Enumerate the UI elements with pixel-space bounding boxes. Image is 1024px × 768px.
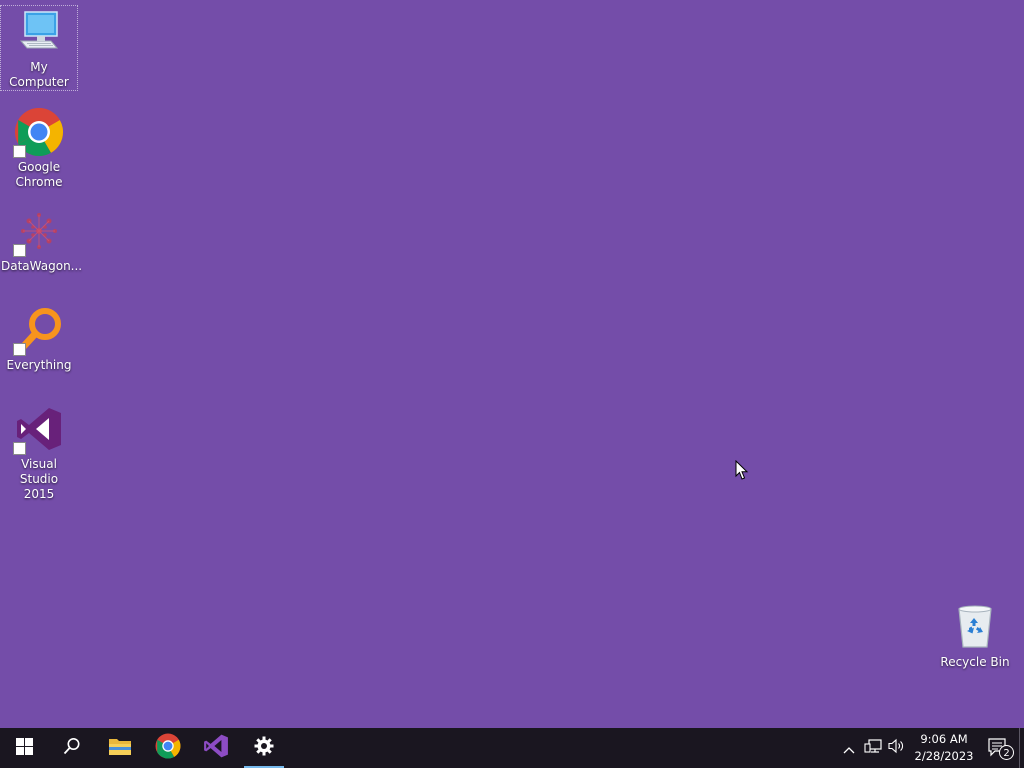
recycle-bin-icon [949,601,1001,653]
search-button[interactable] [48,728,96,768]
computer-icon [13,6,65,58]
shortcut-arrow-icon [13,442,26,455]
clock-date: 2/28/2023 [914,749,974,763]
taskbar: 9:06 AM 2/28/2023 2 [0,728,1024,768]
visual-studio-icon [13,403,65,455]
desktop-icon-my-computer[interactable]: My Computer [0,5,78,91]
notification-icon: 2 [988,738,1014,760]
start-button[interactable] [0,728,48,768]
network-tray-button[interactable] [861,728,885,768]
show-hidden-icons-button[interactable] [837,728,861,768]
gear-icon [254,736,274,760]
desktop-icon-label: Everything [6,358,72,372]
desktop-icon-recycle-bin[interactable]: Recycle Bin [937,601,1013,670]
notification-count-badge: 2 [999,745,1014,760]
chrome-icon [155,733,181,763]
chrome-taskbar-button[interactable] [144,728,192,768]
desktop-icon-google-chrome[interactable]: Google Chrome [1,106,77,190]
visual-studio-taskbar-button[interactable] [192,728,240,768]
chrome-icon [13,106,65,158]
desktop-icon-label: Recycle Bin [940,655,1010,669]
desktop-icon-datawagon[interactable]: DataWagon... [1,205,83,274]
desktop-icon-label: Google Chrome [15,160,63,189]
speaker-icon [888,738,906,758]
clock-time: 9:06 AM [920,732,968,746]
desktop-icon-visual-studio-2015[interactable]: Visual Studio 2015 [1,403,77,502]
system-tray: 9:06 AM 2/28/2023 2 [837,728,1024,768]
desktop-icon-label: My Computer [9,60,69,89]
chevron-up-icon [843,739,855,758]
volume-tray-button[interactable] [885,728,909,768]
taskbar-clock[interactable]: 9:06 AM 2/28/2023 [909,728,979,768]
shortcut-arrow-icon [13,244,26,257]
visual-studio-icon [203,733,229,763]
desktop-icon-everything[interactable]: Everything [1,304,77,373]
desktop-icon-label: DataWagon... [1,259,83,273]
mouse-cursor-icon [735,459,749,485]
search-icon [63,737,81,759]
show-desktop-button[interactable] [1019,728,1024,768]
folder-icon [108,736,132,760]
datawagon-icon [13,205,65,257]
action-center-button[interactable]: 2 [979,728,1019,768]
file-explorer-button[interactable] [96,728,144,768]
desktop: My Computer Google Chrome DataWagon... E… [0,0,1024,728]
desktop-icon-label: Visual Studio 2015 [19,457,59,501]
network-icon [864,738,882,758]
shortcut-arrow-icon [13,343,26,356]
everything-search-icon [13,304,65,356]
windows-logo-icon [15,737,33,759]
shortcut-arrow-icon [13,145,26,158]
settings-taskbar-button[interactable] [240,728,288,768]
